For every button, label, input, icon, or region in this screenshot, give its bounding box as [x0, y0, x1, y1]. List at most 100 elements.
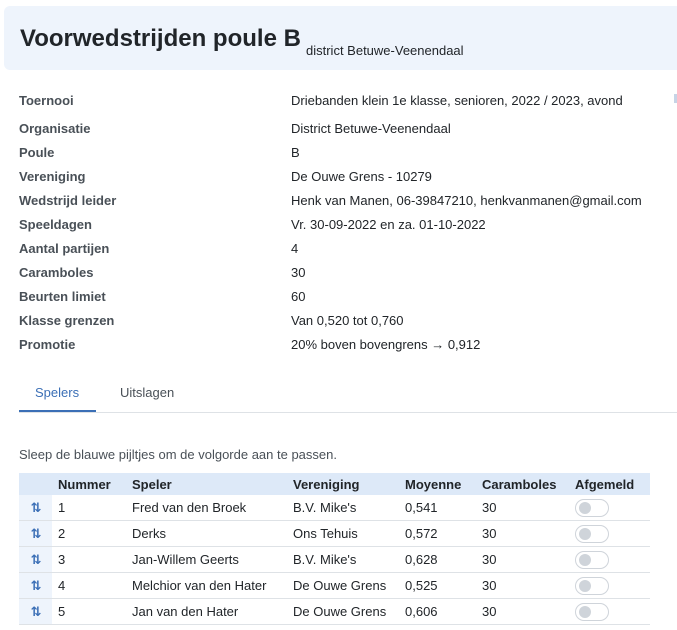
afgemeld-toggle[interactable]: [575, 576, 609, 595]
cell-afgemeld: [569, 495, 650, 521]
info-row-speeldagen: Speeldagen Vr. 30-09-2022 en za. 01-10-2…: [19, 217, 669, 241]
info-row-poule: Poule B: [19, 145, 669, 169]
tab-bar: Spelers Uitslagen: [19, 376, 677, 413]
active-tab-indicator: [19, 410, 96, 412]
info-row-beurten-limiet: Beurten limiet 60: [19, 289, 669, 313]
cell-nummer: 2: [52, 520, 126, 547]
afgemeld-toggle[interactable]: [575, 602, 609, 621]
column-header-nummer[interactable]: Nummer: [52, 473, 126, 495]
cell-caramboles: 30: [476, 495, 569, 521]
info-label: Promotie: [19, 337, 76, 352]
drag-handle[interactable]: ⇅: [19, 598, 52, 625]
info-value: Henk van Manen, 06-39847210, henkvanmane…: [291, 193, 642, 208]
info-label: Beurten limiet: [19, 289, 106, 304]
tournament-info: Toernooi Driebanden klein 1e klasse, sen…: [19, 93, 669, 361]
cell-caramboles: 30: [476, 598, 569, 625]
info-value: Van 0,520 tot 0,760: [291, 313, 404, 328]
sort-arrows-icon[interactable]: ⇅: [31, 526, 42, 541]
info-row-caramboles: Caramboles 30: [19, 265, 669, 289]
cell-afgemeld: [569, 572, 650, 599]
info-value: 20% boven bovengrens → 0,912: [291, 337, 481, 352]
afgemeld-toggle[interactable]: [575, 550, 609, 569]
table-row: ⇅ 3 Jan-Willem Geerts B.V. Mike's 0,628 …: [19, 546, 650, 573]
cell-nummer: 1: [52, 495, 126, 521]
cell-caramboles: 30: [476, 520, 569, 547]
cell-afgemeld: [569, 546, 650, 573]
info-value: District Betuwe-Veenendaal: [291, 121, 451, 136]
cell-moyenne: 0,541: [399, 495, 476, 521]
info-value: Driebanden klein 1e klasse, senioren, 20…: [291, 93, 623, 108]
afgemeld-toggle[interactable]: [575, 498, 609, 517]
column-header-caramboles[interactable]: Caramboles: [476, 473, 569, 495]
column-header-speler[interactable]: Speler: [126, 473, 287, 495]
info-label: Poule: [19, 145, 55, 160]
cell-vereniging: De Ouwe Grens: [287, 572, 399, 599]
info-value: 30: [291, 265, 306, 280]
toggle-knob: [579, 553, 591, 566]
tab-uitslagen[interactable]: Uitslagen: [120, 385, 174, 400]
info-row-promotie: Promotie 20% boven bovengrens → 0,912: [19, 337, 669, 361]
table-header-row: Nummer Speler Vereniging Moyenne Carambo…: [19, 473, 650, 495]
table-row: ⇅ 4 Melchior van den Hater De Ouwe Grens…: [19, 572, 650, 599]
info-row-aantal-partijen: Aantal partijen 4: [19, 241, 669, 265]
cell-moyenne: 0,572: [399, 520, 476, 547]
cell-nummer: 3: [52, 546, 126, 573]
afgemeld-toggle[interactable]: [575, 524, 609, 543]
column-header-vereniging[interactable]: Vereniging: [287, 473, 399, 495]
cell-nummer: 5: [52, 598, 126, 625]
sort-arrows-icon[interactable]: ⇅: [31, 578, 42, 593]
drag-handle[interactable]: ⇅: [19, 546, 52, 573]
info-label: Vereniging: [19, 169, 86, 184]
cell-vereniging: B.V. Mike's: [287, 546, 399, 573]
table-row: ⇅ 2 Derks Ons Tehuis 0,572 30: [19, 520, 650, 547]
tab-spelers[interactable]: Spelers: [35, 385, 79, 400]
drag-hint: Sleep de blauwe pijltjes om de volgorde …: [19, 447, 337, 462]
toggle-knob: [579, 579, 591, 592]
info-row-vereniging: Vereniging De Ouwe Grens - 10279: [19, 169, 669, 193]
drag-handle[interactable]: ⇅: [19, 572, 52, 599]
cell-speler: Derks: [126, 520, 287, 547]
info-value: 60: [291, 289, 306, 304]
page-header: Voorwedstrijden poule B district Betuwe-…: [4, 6, 677, 70]
info-label: Caramboles: [19, 265, 94, 280]
cell-speler: Melchior van den Hater: [126, 572, 287, 599]
toggle-knob: [579, 605, 591, 618]
cell-speler: Jan-Willem Geerts: [126, 546, 287, 573]
info-value: B: [291, 145, 300, 160]
cell-speler: Fred van den Broek: [126, 495, 287, 521]
cell-vereniging: Ons Tehuis: [287, 520, 399, 547]
info-label: Organisatie: [19, 121, 91, 136]
info-value: 4: [291, 241, 299, 256]
cell-vereniging: B.V. Mike's: [287, 495, 399, 521]
drag-handle[interactable]: ⇅: [19, 520, 52, 547]
cell-caramboles: 30: [476, 572, 569, 599]
info-label: Toernooi: [19, 93, 74, 108]
drag-handle[interactable]: ⇅: [19, 495, 52, 521]
table-row: ⇅ 5 Jan van den Hater De Ouwe Grens 0,60…: [19, 598, 650, 625]
cell-vereniging: De Ouwe Grens: [287, 598, 399, 625]
table-row: ⇅ 1 Fred van den Broek B.V. Mike's 0,541…: [19, 495, 650, 521]
sort-arrows-icon[interactable]: ⇅: [31, 552, 42, 567]
sort-arrows-icon[interactable]: ⇅: [31, 604, 42, 619]
info-value: De Ouwe Grens - 10279: [291, 169, 432, 184]
column-header-moyenne[interactable]: Moyenne: [399, 473, 476, 495]
info-label: Speeldagen: [19, 217, 92, 232]
toggle-knob: [579, 527, 591, 540]
info-row-organisatie: Organisatie District Betuwe-Veenendaal: [19, 121, 669, 145]
info-label: Aantal partijen: [19, 241, 110, 256]
info-label: Klasse grenzen: [19, 313, 115, 328]
info-label: Wedstrijd leider: [19, 193, 117, 208]
column-header-handle: [19, 473, 52, 495]
info-value: Vr. 30-09-2022 en za. 01-10-2022: [291, 217, 486, 232]
cell-moyenne: 0,606: [399, 598, 476, 625]
sort-arrows-icon[interactable]: ⇅: [31, 500, 42, 515]
page-title: Voorwedstrijden poule B: [20, 25, 301, 52]
cell-nummer: 4: [52, 572, 126, 599]
players-table: Nummer Speler Vereniging Moyenne Carambo…: [19, 473, 650, 625]
info-row-klasse-grenzen: Klasse grenzen Van 0,520 tot 0,760: [19, 313, 669, 337]
cell-afgemeld: [569, 598, 650, 625]
info-row-toernooi: Toernooi Driebanden klein 1e klasse, sen…: [19, 93, 669, 121]
column-header-afgemeld[interactable]: Afgemeld: [569, 473, 650, 495]
cell-afgemeld: [569, 520, 650, 547]
cell-caramboles: 30: [476, 546, 569, 573]
